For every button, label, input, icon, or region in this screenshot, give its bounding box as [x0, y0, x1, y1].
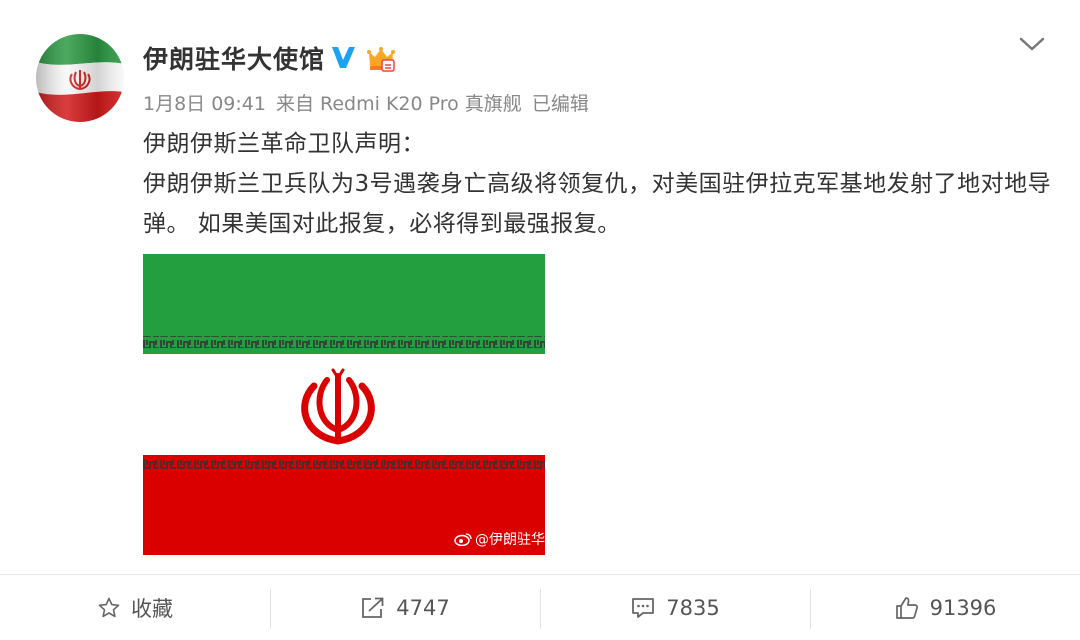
verified-v-icon: [332, 47, 355, 68]
repost-count: 4747: [396, 595, 450, 620]
repost-button[interactable]: 4747: [270, 575, 540, 640]
comment-icon: [632, 597, 655, 618]
like-count: 91396: [929, 595, 997, 620]
repost-icon: [362, 597, 384, 618]
favorite-label: 收藏: [131, 596, 173, 621]
post-date[interactable]: 1月8日 09:41: [143, 93, 266, 115]
edited-label[interactable]: 已编辑: [532, 93, 589, 115]
watermark-text: @伊朗驻华: [475, 532, 545, 548]
iran-flag-image: [143, 254, 545, 555]
like-button[interactable]: 91396: [810, 575, 1080, 640]
user-name[interactable]: 伊朗驻华大使馆: [143, 40, 325, 76]
post-meta: 1月8日 09:41 来自 Redmi K20 Pro 真旗舰 已编辑: [143, 89, 599, 116]
chevron-down-icon[interactable]: [1018, 34, 1046, 54]
star-icon: [98, 597, 120, 617]
thumbs-up-icon: [895, 596, 918, 619]
weibo-post: 伊朗驻华大使馆 1月8日 09:41 来自 Redmi K20 Pro 真旗舰 已编…: [0, 0, 1080, 640]
post-source: 来自 Redmi K20 Pro 真旗舰: [275, 93, 522, 115]
weibo-logo-icon: [454, 533, 472, 546]
comment-count: 7835: [666, 595, 720, 620]
post-text-line: 伊朗伊斯兰革命卫队声明：: [143, 131, 425, 157]
post-image[interactable]: @伊朗驻华: [143, 254, 545, 555]
image-watermark: @伊朗驻华: [454, 529, 545, 549]
favorite-button[interactable]: 收藏: [0, 575, 270, 640]
crown-member-icon[interactable]: [366, 44, 396, 74]
iran-flag-avatar-icon: [36, 34, 124, 122]
action-bar: 收藏 4747 7835 91396: [0, 575, 1080, 640]
avatar[interactable]: [36, 34, 124, 122]
post-text: 伊朗伊斯兰革命卫队声明： 伊朗伊斯兰卫兵队为3号遇袭身亡高级将领复仇，对美国驻伊…: [143, 124, 1053, 244]
post-text-line: 伊朗伊斯兰卫兵队为3号遇袭身亡高级将领复仇，对美国驻伊拉克军基地发射了地对地导弹…: [143, 171, 1052, 237]
comment-button[interactable]: 7835: [540, 575, 810, 640]
